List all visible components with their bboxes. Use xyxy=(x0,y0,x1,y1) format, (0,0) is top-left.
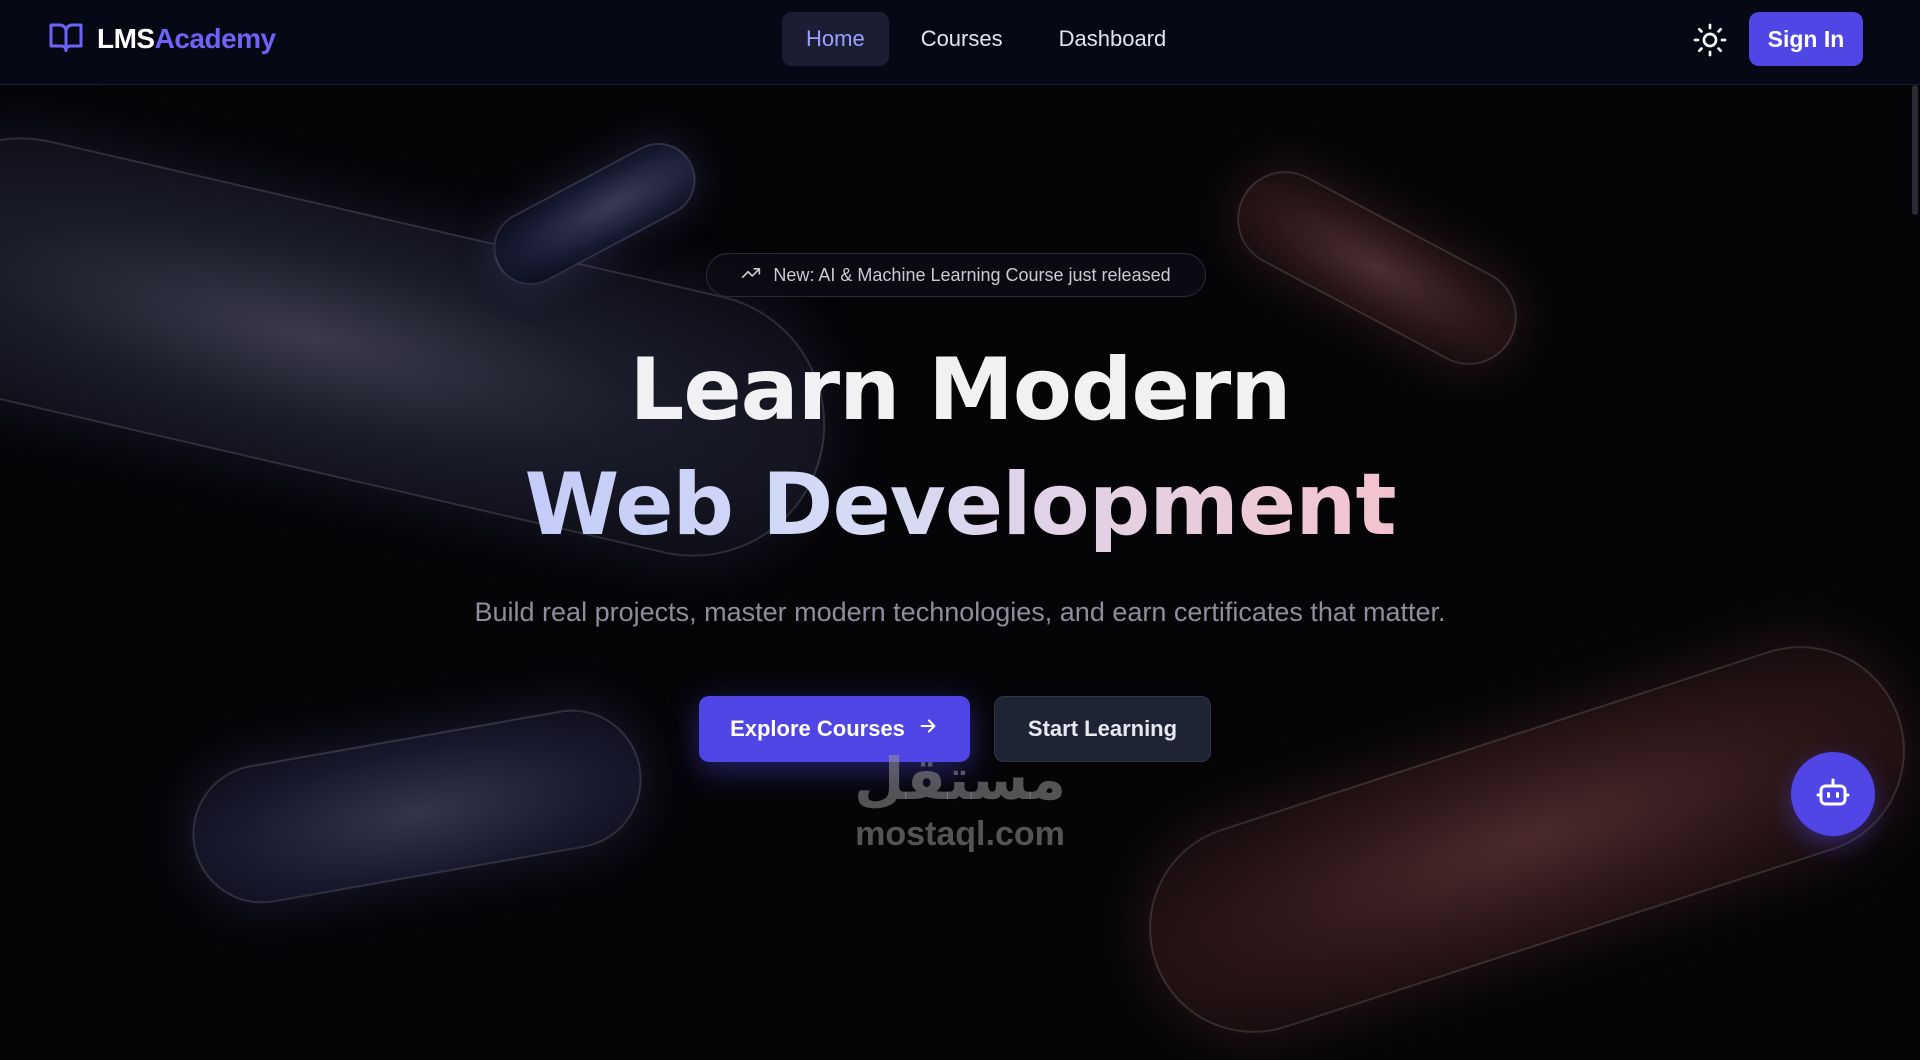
sign-in-button[interactable]: Sign In xyxy=(1749,12,1863,66)
explore-courses-label: Explore Courses xyxy=(730,716,905,741)
main-nav: Home Courses Dashboard xyxy=(782,12,1190,66)
nav-link-courses[interactable]: Courses xyxy=(897,12,1027,66)
hero-section: New: AI & Machine Learning Course just r… xyxy=(0,85,1920,871)
nav-link-dashboard[interactable]: Dashboard xyxy=(1035,12,1191,66)
bot-icon xyxy=(1815,774,1851,815)
brand-name-academy: Academy xyxy=(154,23,277,54)
chatbot-button[interactable] xyxy=(1791,752,1875,836)
theme-toggle-button[interactable] xyxy=(1692,22,1728,58)
brand-logo[interactable]: LMSAcademy xyxy=(48,20,276,58)
trending-up-icon xyxy=(741,263,773,288)
nav-link-home[interactable]: Home xyxy=(782,12,889,66)
hero-headline-line2: Web Development xyxy=(0,455,1920,555)
hero-headline-line1: Learn Modern xyxy=(629,340,1292,440)
watermark-arabic: مستقل xyxy=(853,745,1067,813)
hero-subtitle: Build real projects, master modern techn… xyxy=(474,597,1446,627)
brand-name: LMSAcademy xyxy=(97,23,276,55)
announcement-text: New: AI & Machine Learning Course just r… xyxy=(773,264,1171,285)
book-open-icon xyxy=(48,19,84,60)
announcement-badge[interactable]: New: AI & Machine Learning Course just r… xyxy=(706,253,1206,297)
sun-icon xyxy=(1692,23,1728,62)
watermark-latin: mostaql.com xyxy=(855,815,1065,853)
brand-name-lms: LMS xyxy=(97,23,155,54)
arrow-right-icon xyxy=(905,715,939,743)
top-navbar: LMSAcademy Home Courses Dashboard Sign I… xyxy=(0,0,1920,85)
